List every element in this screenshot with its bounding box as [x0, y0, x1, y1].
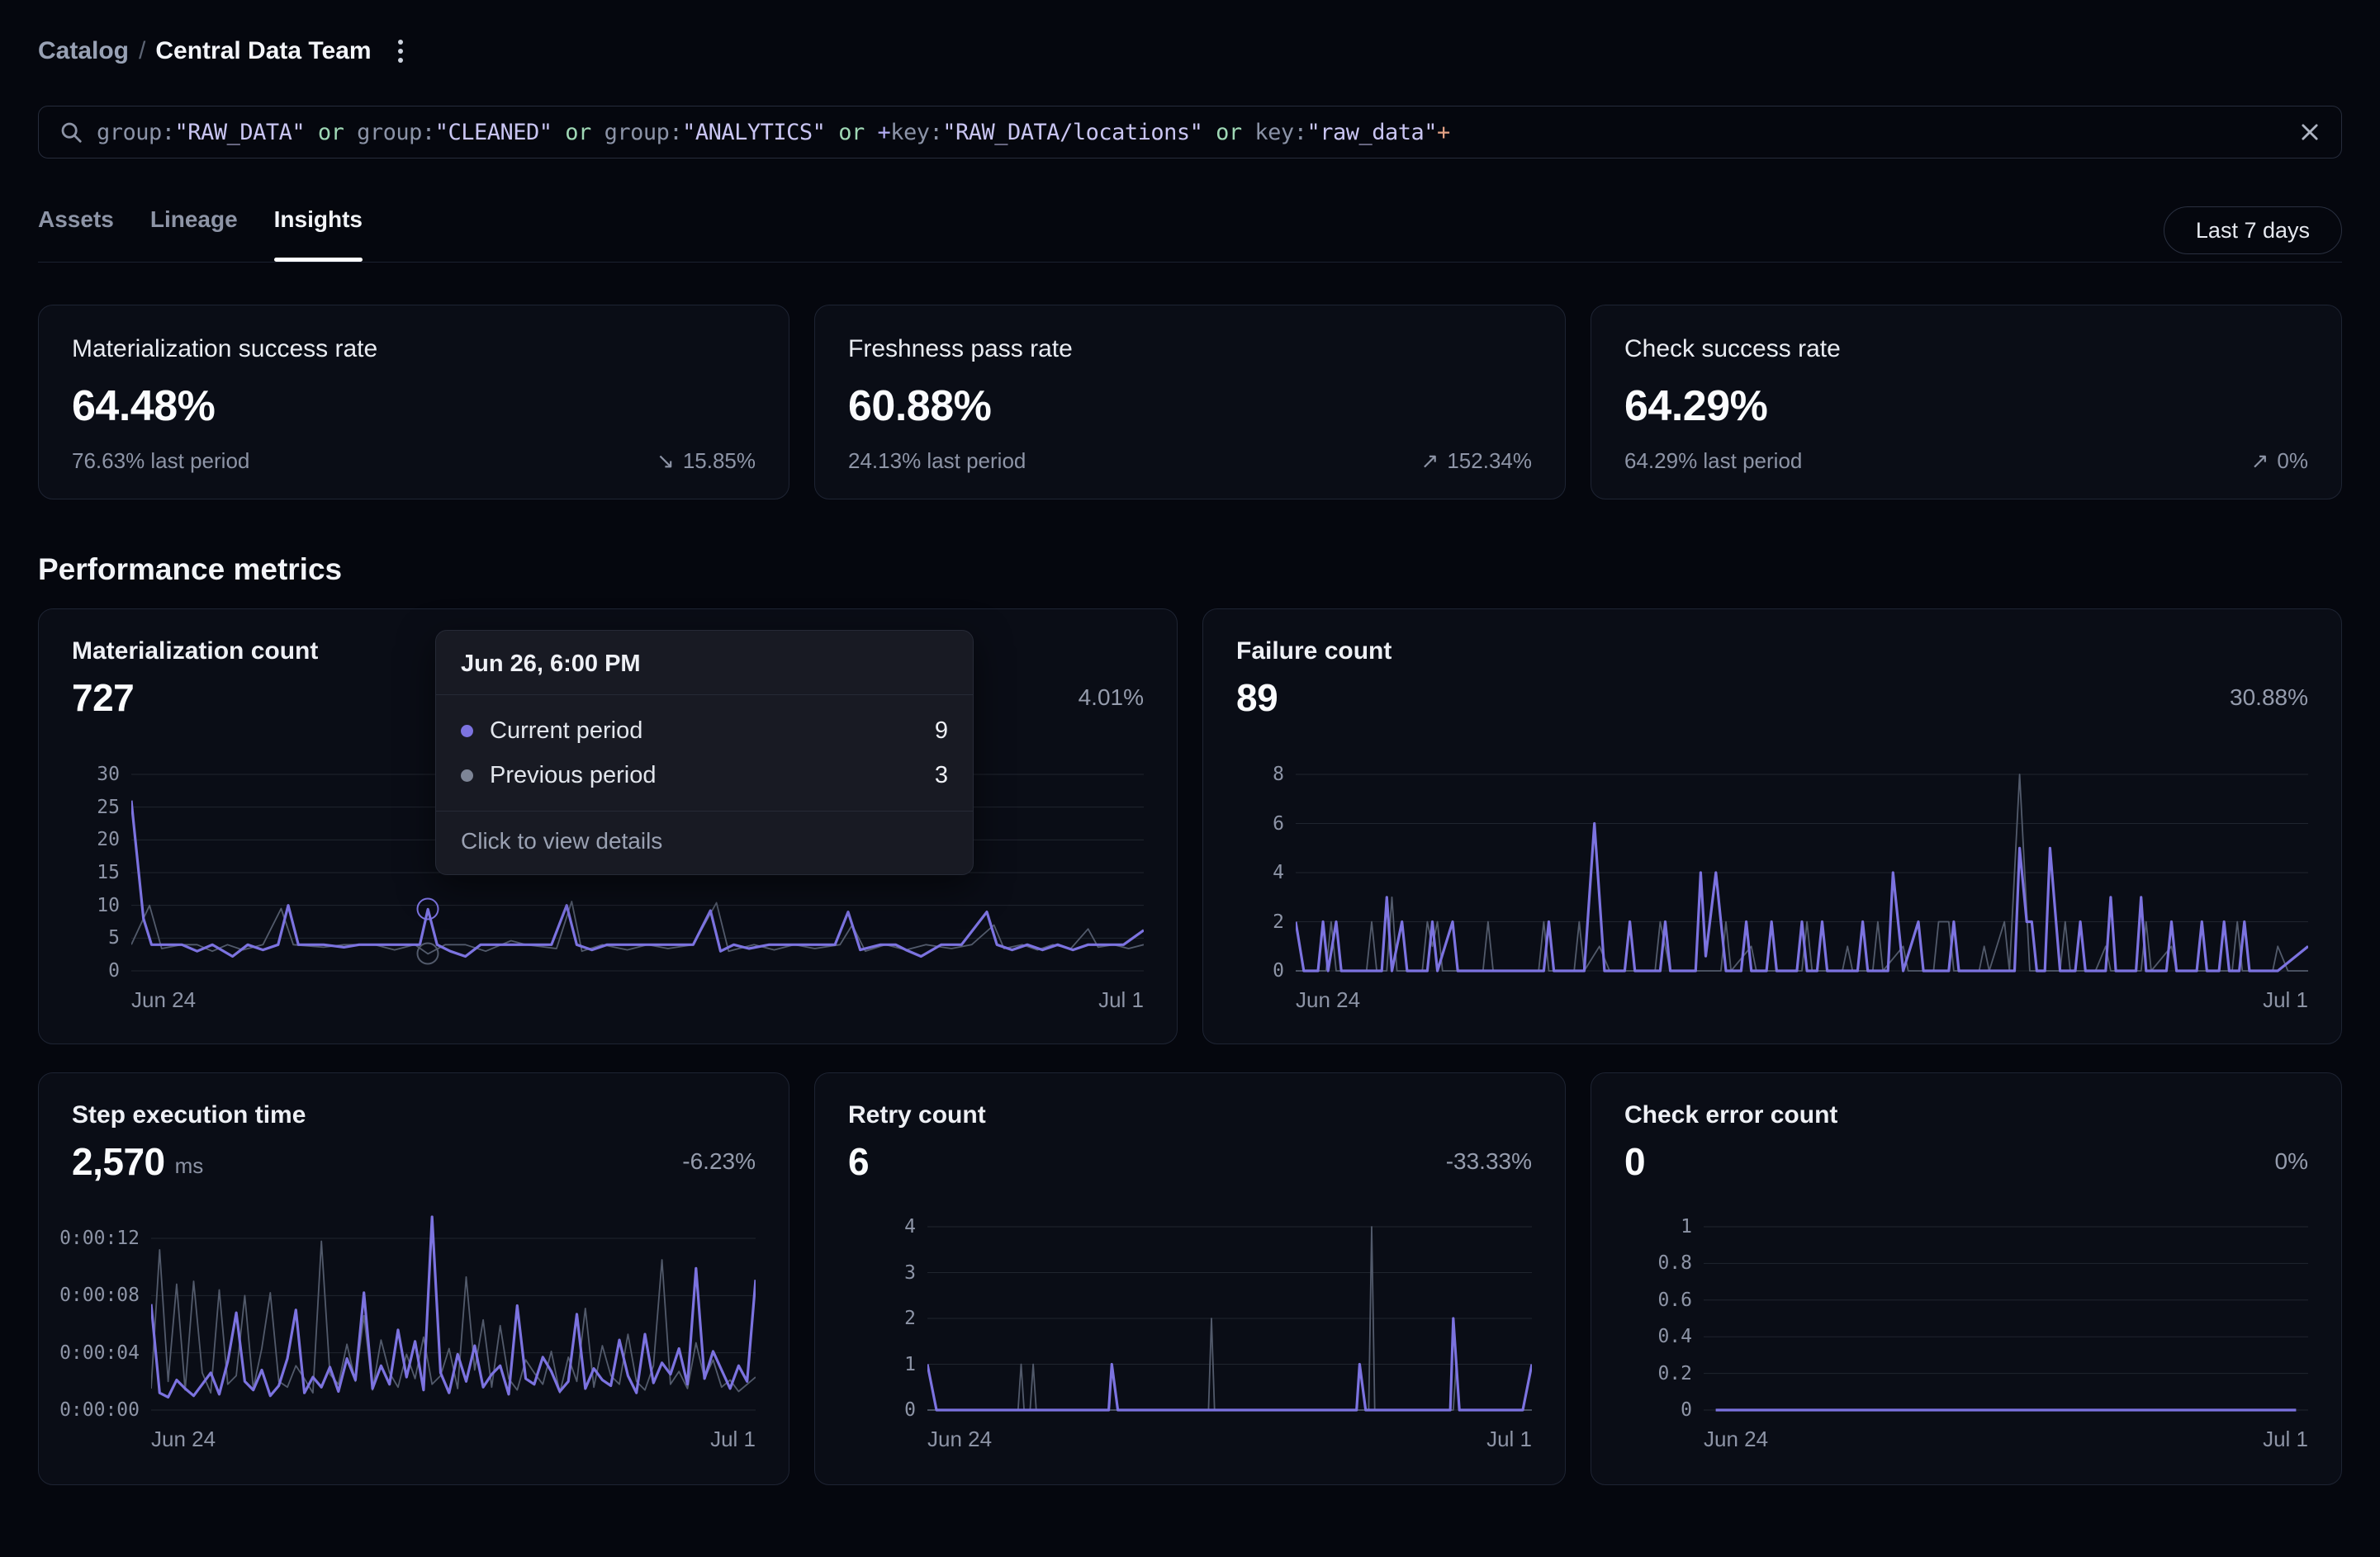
card-title: Materialization success rate: [72, 335, 756, 363]
x-axis-start-label: Jun 24: [1704, 1427, 1768, 1452]
line-chart[interactable]: [927, 1209, 1532, 1415]
chart-title: Failure count: [1236, 637, 2308, 665]
chart-card-failure-count[interactable]: Failure count 89 30.88% 02468 Jun 24 Jul…: [1202, 608, 2342, 1044]
charts-row-1: Materialization count 727 4.01% 05101520…: [38, 608, 2342, 1044]
delta-value: 0%: [2277, 448, 2308, 474]
card-title: Freshness pass rate: [848, 335, 1532, 363]
y-axis: 00.20.40.60.81: [1624, 1209, 1704, 1415]
chart-title: Check error count: [1624, 1101, 2308, 1129]
hovered-point-marker: [417, 898, 439, 920]
card-value: 64.48%: [72, 381, 756, 431]
trend-down-icon: ↘: [657, 448, 675, 474]
tab-lineage[interactable]: Lineage: [150, 206, 238, 259]
summary-card-check-success[interactable]: Check success rate 64.29% 64.29% last pe…: [1591, 305, 2342, 499]
chart-delta: -33.33%: [1446, 1148, 1532, 1175]
kebab-menu-icon[interactable]: [393, 35, 408, 68]
asset-search-bar[interactable]: group:"RAW_DATA" or group:"CLEANED" or g…: [38, 106, 2342, 159]
chart-card-materialization-count[interactable]: Materialization count 727 4.01% 05101520…: [38, 608, 1178, 1044]
line-chart[interactable]: [1296, 753, 2308, 976]
delta-value: 15.85%: [683, 448, 756, 474]
chart-value: 727: [72, 675, 134, 720]
chart-title: Retry count: [848, 1101, 1532, 1129]
chart-delta: 30.88%: [2230, 684, 2308, 711]
delta-value: 152.34%: [1447, 448, 1532, 474]
line-chart[interactable]: [131, 753, 1144, 976]
tab-insights[interactable]: Insights: [274, 206, 363, 259]
y-axis: 02468: [1236, 753, 1296, 976]
x-axis-start-label: Jun 24: [1296, 987, 1360, 1013]
y-axis: 051015202530: [72, 753, 131, 976]
search-icon: [59, 120, 83, 144]
chart-card-step-execution-time[interactable]: Step execution time 2,570 ms -6.23% 0:00…: [38, 1072, 789, 1485]
clear-search-icon[interactable]: [2298, 121, 2321, 144]
x-axis-end-label: Jul 1: [1486, 1427, 1532, 1452]
chart-delta: -6.23%: [682, 1148, 756, 1175]
x-axis-end-label: Jul 1: [710, 1427, 756, 1452]
summary-card-freshness-pass[interactable]: Freshness pass rate 60.88% 24.13% last p…: [814, 305, 1566, 499]
trend-up-icon: ↗: [1421, 448, 1439, 474]
last-period-value: 76.63% last period: [72, 448, 249, 474]
page-title: Central Data Team: [155, 37, 371, 65]
chart-title: Step execution time: [72, 1101, 756, 1129]
chart-value: 2,570: [72, 1139, 165, 1184]
last-period-value: 64.29% last period: [1624, 448, 1802, 474]
section-title: Performance metrics: [38, 552, 2342, 587]
y-axis: 01234: [848, 1209, 927, 1415]
tab-assets[interactable]: Assets: [38, 206, 114, 259]
time-range-button[interactable]: Last 7 days: [2164, 206, 2342, 254]
x-axis-end-label: Jul 1: [1098, 987, 1144, 1013]
chart-title: Materialization count: [72, 637, 1144, 665]
x-axis-start-label: Jun 24: [151, 1427, 216, 1452]
trend-up-icon: ↗: [2251, 448, 2269, 474]
chart-value: 0: [1624, 1139, 1645, 1184]
x-axis-end-label: Jul 1: [2263, 1427, 2308, 1452]
breadcrumb-catalog-link[interactable]: Catalog: [38, 37, 129, 65]
chart-delta: 0%: [2275, 1148, 2308, 1175]
line-chart[interactable]: [1704, 1209, 2308, 1415]
card-title: Check success rate: [1624, 335, 2308, 363]
card-value: 60.88%: [848, 381, 1532, 431]
chart-card-retry-count[interactable]: Retry count 6 -33.33% 01234 Jun 24 Jul 1: [814, 1072, 1566, 1485]
search-input[interactable]: group:"RAW_DATA" or group:"CLEANED" or g…: [97, 120, 2298, 145]
chart-value-unit: ms: [175, 1153, 204, 1179]
hovered-point-marker: [417, 943, 439, 965]
chart-card-check-error-count[interactable]: Check error count 0 0% 00.20.40.60.81 Ju…: [1591, 1072, 2342, 1485]
chart-value: 89: [1236, 675, 1278, 720]
x-axis-end-label: Jul 1: [2263, 987, 2308, 1013]
x-axis-start-label: Jun 24: [927, 1427, 992, 1452]
card-value: 64.29%: [1624, 381, 2308, 431]
breadcrumb-separator: /: [139, 37, 145, 65]
insights-page: Catalog / Central Data Team group:"RAW_D…: [0, 33, 2380, 1485]
chart-value: 6: [848, 1139, 869, 1184]
breadcrumb: Catalog / Central Data Team: [38, 33, 2342, 69]
tab-bar: Assets Lineage Insights Last 7 days: [38, 196, 2342, 263]
charts-row-2: Step execution time 2,570 ms -6.23% 0:00…: [38, 1072, 2342, 1485]
summary-cards-row: Materialization success rate 64.48% 76.6…: [38, 305, 2342, 499]
last-period-value: 24.13% last period: [848, 448, 1026, 474]
y-axis: 0:00:000:00:040:00:080:00:12: [72, 1209, 151, 1415]
summary-card-materialization-success[interactable]: Materialization success rate 64.48% 76.6…: [38, 305, 789, 499]
line-chart[interactable]: [151, 1209, 756, 1415]
x-axis-start-label: Jun 24: [131, 987, 196, 1013]
chart-delta: 4.01%: [1079, 684, 1144, 711]
